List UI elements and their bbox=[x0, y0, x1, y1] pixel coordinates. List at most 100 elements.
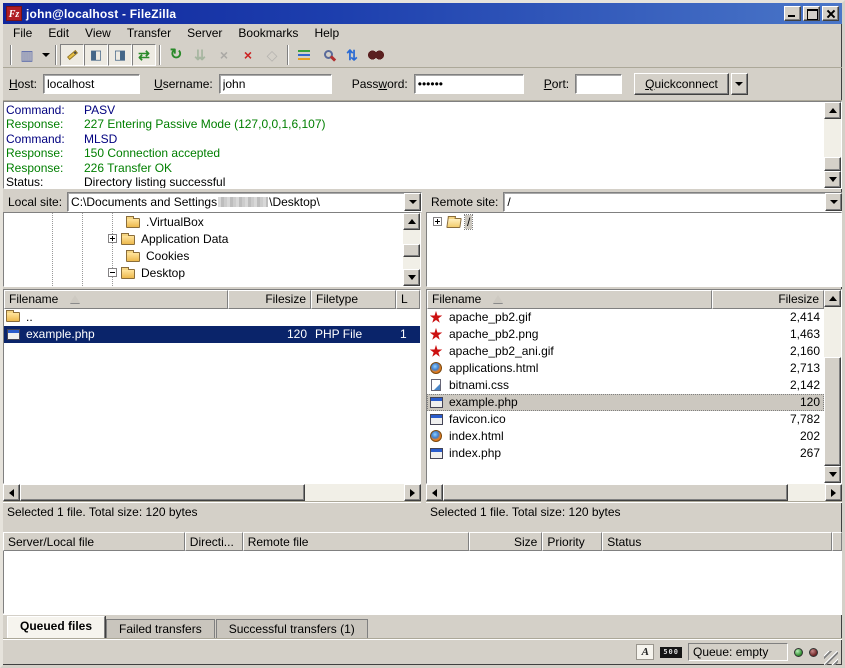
scroll-up-button[interactable] bbox=[824, 102, 841, 119]
refresh-button[interactable]: ↻ bbox=[164, 44, 188, 66]
tab-failed-transfers[interactable]: Failed transfers bbox=[106, 619, 215, 638]
local-path-dropdown[interactable] bbox=[404, 193, 421, 211]
tab-queued-files[interactable]: Queued files bbox=[7, 616, 105, 638]
remote-list-scrollbar[interactable] bbox=[824, 290, 841, 483]
list-item[interactable]: bitnami.css2,142 bbox=[427, 377, 824, 394]
local-tree-scrollbar[interactable] bbox=[403, 213, 420, 286]
list-item-example-php[interactable]: example.php120 bbox=[427, 394, 824, 411]
column-header-server-local-file[interactable]: Server/Local file bbox=[3, 532, 185, 551]
scrollbar-thumb[interactable] bbox=[824, 357, 841, 466]
minimize-button[interactable] bbox=[784, 6, 801, 21]
menu-help[interactable]: Help bbox=[306, 25, 347, 41]
local-list-body: .. example.php 120 PHP File 1 bbox=[4, 309, 420, 483]
remote-path-combo[interactable]: / bbox=[503, 192, 843, 212]
close-button[interactable] bbox=[822, 6, 839, 21]
filezilla-window: Fz john@localhost - FileZilla File Edit … bbox=[0, 0, 845, 668]
list-item[interactable]: applications.html2,713 bbox=[427, 360, 824, 377]
transfer-type-ascii-icon[interactable]: A bbox=[636, 644, 654, 660]
collapse-icon[interactable] bbox=[108, 268, 117, 277]
toggle-message-log-button[interactable] bbox=[60, 44, 84, 66]
password-input[interactable] bbox=[414, 74, 524, 94]
scroll-up-button[interactable] bbox=[824, 290, 841, 307]
scroll-left-button[interactable] bbox=[3, 484, 20, 501]
column-header-filename[interactable]: Filename bbox=[427, 290, 712, 309]
site-manager-dropdown[interactable] bbox=[39, 44, 52, 66]
disconnect-button[interactable]: × bbox=[236, 44, 260, 66]
menu-view[interactable]: View bbox=[77, 25, 119, 41]
tree-item-root[interactable]: / bbox=[427, 213, 841, 230]
scroll-left-button[interactable] bbox=[426, 484, 443, 501]
port-input[interactable] bbox=[575, 74, 622, 94]
log-scrollbar[interactable] bbox=[824, 102, 841, 188]
local-path-combo[interactable]: C:\Documents and Settings\Desktop\ bbox=[67, 192, 422, 212]
column-header-filetype[interactable]: Filetype bbox=[311, 290, 396, 309]
menu-server[interactable]: Server bbox=[179, 25, 230, 41]
toggle-transfer-queue-button[interactable]: ⇄ bbox=[132, 44, 156, 66]
quickconnect-button[interactable]: Quickconnect bbox=[634, 73, 729, 95]
local-hscrollbar[interactable] bbox=[3, 484, 421, 501]
menu-bookmarks[interactable]: Bookmarks bbox=[230, 25, 306, 41]
maximize-button[interactable] bbox=[803, 6, 820, 21]
toggle-local-tree-button[interactable]: ◧ bbox=[84, 44, 108, 66]
synchronized-browsing-button[interactable]: ⇅ bbox=[340, 44, 364, 66]
column-header-priority[interactable]: Priority bbox=[542, 532, 602, 551]
host-input[interactable] bbox=[43, 74, 140, 94]
process-queue-button[interactable]: ⇊ bbox=[188, 44, 212, 66]
expand-icon[interactable] bbox=[108, 234, 117, 243]
directory-comparison-button[interactable] bbox=[316, 44, 340, 66]
scroll-down-button[interactable] bbox=[824, 466, 841, 483]
menu-edit[interactable]: Edit bbox=[40, 25, 77, 41]
quickconnect-dropdown[interactable] bbox=[731, 73, 748, 95]
site-manager-button[interactable]: ▥ bbox=[15, 44, 39, 66]
username-input[interactable] bbox=[219, 74, 332, 94]
resize-grip[interactable] bbox=[824, 651, 838, 665]
transfer-queue-icon: ⇄ bbox=[138, 48, 150, 62]
list-item[interactable]: apache_pb2.png1,463 bbox=[427, 326, 824, 343]
column-header-lastmodified[interactable]: L bbox=[396, 290, 420, 309]
scrollbar-thumb[interactable] bbox=[443, 484, 788, 501]
list-item[interactable]: index.html202 bbox=[427, 428, 824, 445]
column-header-filesize[interactable]: Filesize bbox=[712, 290, 824, 309]
directory-filter-button[interactable] bbox=[292, 44, 316, 66]
column-header-status[interactable]: Status bbox=[602, 532, 832, 551]
remote-path-dropdown[interactable] bbox=[825, 193, 842, 211]
menu-file[interactable]: File bbox=[5, 25, 40, 41]
scroll-up-button[interactable] bbox=[403, 213, 420, 230]
log-line: Response:227 Entering Passive Mode (127,… bbox=[6, 117, 824, 131]
list-item[interactable]: favicon.ico7,782 bbox=[427, 411, 824, 428]
queue-splitter[interactable] bbox=[3, 522, 842, 532]
scrollbar-thumb[interactable] bbox=[403, 244, 420, 257]
list-item[interactable]: apache_pb2.gif2,414 bbox=[427, 309, 824, 326]
reconnect-button[interactable]: ◇ bbox=[260, 44, 284, 66]
scrollbar-thumb[interactable] bbox=[824, 157, 841, 171]
tree-item-desktop[interactable]: Desktop bbox=[4, 264, 403, 281]
list-item[interactable]: apache_pb2_ani.gif2,160 bbox=[427, 343, 824, 360]
scroll-down-button[interactable] bbox=[403, 269, 420, 286]
tree-item-virtualbox[interactable]: .VirtualBox bbox=[4, 213, 403, 230]
column-header-size[interactable]: Size bbox=[469, 532, 542, 551]
column-header-filename[interactable]: Filename bbox=[4, 290, 228, 309]
local-pane: Local site: C:\Documents and Settings\De… bbox=[3, 192, 421, 522]
speed-limit-icon[interactable]: 500 bbox=[660, 647, 682, 658]
site-manager-icon: ▥ bbox=[20, 48, 33, 62]
tree-item-application-data[interactable]: Application Data bbox=[4, 230, 403, 247]
toggle-remote-tree-button[interactable]: ◨ bbox=[108, 44, 132, 66]
column-header-direction[interactable]: Directi... bbox=[185, 532, 243, 551]
list-item[interactable]: index.php267 bbox=[427, 445, 824, 462]
column-header-filesize[interactable]: Filesize bbox=[228, 290, 311, 309]
scroll-right-button[interactable] bbox=[404, 484, 421, 501]
scroll-down-button[interactable] bbox=[824, 171, 841, 188]
remote-file-list: Filename Filesize apache_pb2.gif2,414 ap… bbox=[426, 289, 842, 484]
tree-item-cookies[interactable]: Cookies bbox=[4, 247, 403, 264]
find-files-button[interactable] bbox=[364, 44, 388, 66]
tab-successful-transfers[interactable]: Successful transfers (1) bbox=[216, 619, 368, 638]
scrollbar-thumb[interactable] bbox=[20, 484, 305, 501]
expand-icon[interactable] bbox=[433, 217, 442, 226]
menu-transfer[interactable]: Transfer bbox=[119, 25, 179, 41]
list-item-parent-dir[interactable]: .. bbox=[4, 309, 420, 326]
remote-hscrollbar[interactable] bbox=[426, 484, 842, 501]
scroll-right-button[interactable] bbox=[825, 484, 842, 501]
cancel-operation-button[interactable]: × bbox=[212, 44, 236, 66]
list-item-example-php[interactable]: example.php 120 PHP File 1 bbox=[4, 326, 420, 343]
column-header-remote-file[interactable]: Remote file bbox=[243, 532, 470, 551]
